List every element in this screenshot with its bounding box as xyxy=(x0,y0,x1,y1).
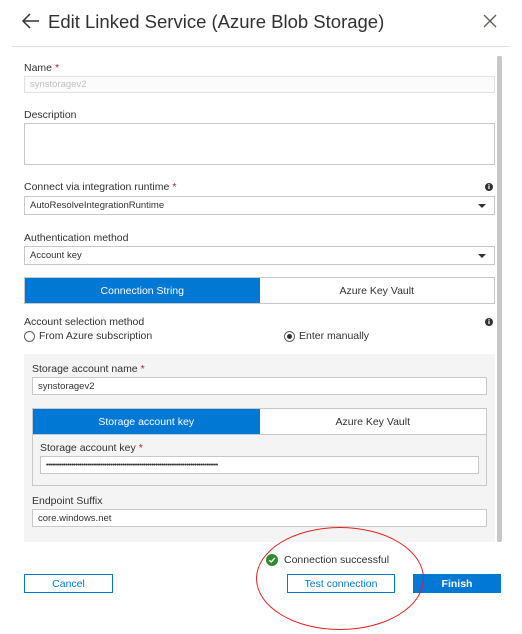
runtime-selected-value: AutoResolveIntegrationRuntime xyxy=(30,200,165,211)
description-label: Description xyxy=(24,109,77,121)
cancel-button[interactable]: Cancel xyxy=(24,574,113,593)
chevron-down-icon xyxy=(478,253,486,258)
radio-enter-manually[interactable]: Enter manually xyxy=(284,330,369,342)
storage-key-label: Storage account key * xyxy=(40,442,143,454)
close-icon[interactable] xyxy=(480,11,500,31)
chevron-down-icon xyxy=(478,203,486,208)
endpoint-label: Endpoint Suffix xyxy=(32,495,103,507)
name-input[interactable]: synstoragev2 xyxy=(24,76,495,93)
auth-label: Authentication method xyxy=(24,232,129,244)
radio-from-subscription[interactable]: From Azure subscription xyxy=(24,330,152,342)
storage-account-input[interactable]: synstoragev2 xyxy=(32,377,487,395)
endpoint-input[interactable]: core.windows.net xyxy=(32,509,487,527)
required-marker: * xyxy=(138,442,143,454)
runtime-label: Connect via integration runtime * xyxy=(24,181,177,193)
tab-azure-key-vault[interactable]: Azure Key Vault xyxy=(259,278,494,303)
checkmark-circle-icon xyxy=(266,554,278,566)
status-message: Connection successful xyxy=(284,554,390,566)
connection-status: Connection successful xyxy=(266,554,389,566)
back-arrow-icon[interactable] xyxy=(20,10,42,32)
required-marker: * xyxy=(55,62,60,74)
storage-account-label: Storage account name * xyxy=(32,363,145,375)
storage-key-input[interactable]: ••••••••••••••••••••••••••••••••••••••••… xyxy=(40,456,479,474)
finish-button[interactable]: Finish xyxy=(413,574,501,593)
auth-selected-value: Account key xyxy=(30,250,82,261)
info-icon[interactable]: i xyxy=(485,183,493,191)
key-source-toggle: Storage account key Azure Key Vault xyxy=(32,408,487,435)
description-textarea[interactable] xyxy=(24,123,495,165)
required-marker: * xyxy=(172,181,177,193)
header-divider xyxy=(12,46,510,47)
tab-connection-string[interactable]: Connection String xyxy=(25,278,260,303)
dialog-title: Edit Linked Service (Azure Blob Storage) xyxy=(48,11,385,32)
account-selection-label: Account selection method xyxy=(24,316,145,328)
runtime-select[interactable]: AutoResolveIntegrationRuntime xyxy=(24,196,495,215)
info-icon[interactable]: i xyxy=(485,318,493,326)
tab-azure-key-vault[interactable]: Azure Key Vault xyxy=(259,409,486,434)
connection-type-toggle: Connection String Azure Key Vault xyxy=(24,277,495,304)
name-label: Name * xyxy=(24,62,60,74)
tab-storage-account-key[interactable]: Storage account key xyxy=(33,409,260,434)
scrollbar-thumb[interactable] xyxy=(497,56,502,542)
radio-button-checked[interactable] xyxy=(284,330,295,342)
auth-select[interactable]: Account key xyxy=(24,246,495,265)
required-marker: * xyxy=(140,363,145,375)
test-connection-button[interactable]: Test connection xyxy=(287,574,395,593)
radio-button[interactable] xyxy=(24,330,35,342)
